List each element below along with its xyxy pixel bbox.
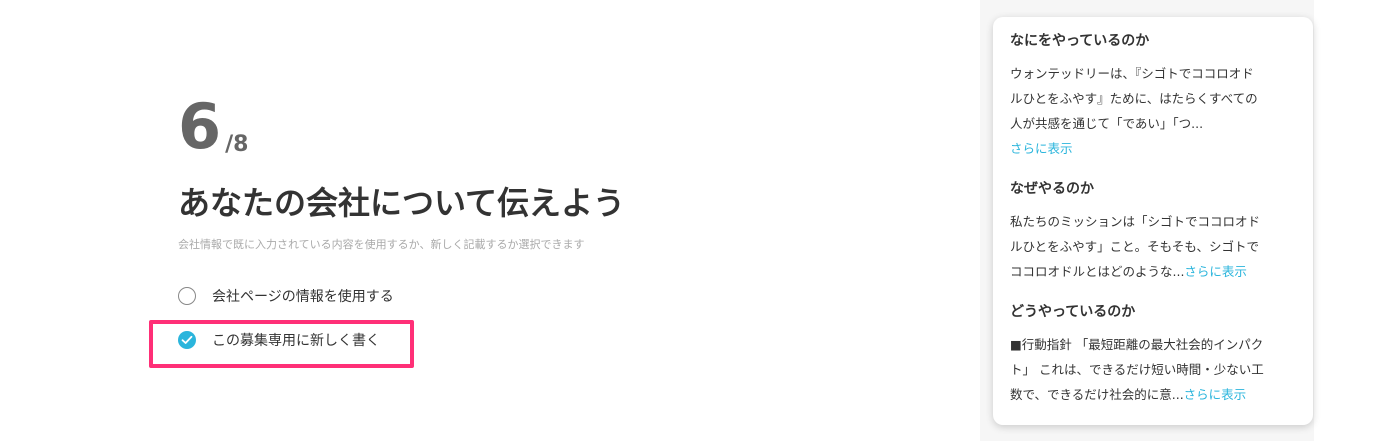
page: 6 /8 あなたの会社について伝えよう 会社情報で既に入力されている内容を使用す… [0,0,1387,441]
section-line: ■行動指針 「最短距離の最大社会的インパク [1010,337,1264,352]
section-line: ウォンテッドリーは、『シゴトでココロオド [1010,66,1254,81]
show-more-link[interactable]: さらに表示 [1184,387,1247,402]
step-current: 6 [178,90,222,163]
section-line: ルひとをふやす』ために、はたらくすべての [1010,91,1258,106]
option-label: 会社ページの情報を使用する [212,289,394,305]
section-why: なぜやるのか 私たちのミッションは「シゴトでココロオド ルひとをふやす」こと。そ… [1010,179,1297,284]
page-title: あなたの会社について伝えよう [178,184,626,222]
section-what: なにをやっているのか ウォンテッドリーは、『シゴトでココロオド ルひとをふやす』… [1010,31,1297,161]
section-line: 人が共感を通じて「であい」「つ... [1010,116,1204,131]
section-line: ココロオドルとはどのような... [1010,264,1185,279]
section-body: ウォンテッドリーは、『シゴトでココロオド ルひとをふやす』ために、はたらくすべて… [1010,61,1297,161]
option-write-new[interactable]: この募集専用に新しく書く [178,330,380,350]
section-line: ト」 これは、できるだけ短い時間・少ない工 [1010,362,1264,377]
step-indicator: 6 /8 [178,96,248,158]
page-description: 会社情報で既に入力されている内容を使用するか、新しく記載するか選択できます [178,238,585,251]
section-body: ■行動指針 「最短距離の最大社会的インパク ト」 これは、できるだけ短い時間・少… [1010,332,1297,407]
option-label: この募集専用に新しく書く [212,333,380,349]
radio-unchecked-icon[interactable] [178,287,196,305]
checkmark-icon [181,335,193,344]
section-heading: なにをやっているのか [1010,33,1150,49]
section-line: ルひとをふやす」こと。そもそも、シゴトで [1010,239,1260,254]
section-line: 私たちのミッションは「シゴトでココロオド [1010,214,1261,229]
show-more-link[interactable]: さらに表示 [1184,264,1247,279]
section-heading: なぜやるのか [1010,181,1094,197]
show-more-link[interactable]: さらに表示 [1010,136,1297,161]
step-total: /8 [225,132,249,157]
section-body: 私たちのミッションは「シゴトでココロオド ルひとをふやす」こと。そもそも、シゴト… [1010,209,1297,284]
option-use-company-info[interactable]: 会社ページの情報を使用する [178,286,394,306]
radio-checked-icon[interactable] [178,331,196,349]
company-info-card: なにをやっているのか ウォンテッドリーは、『シゴトでココロオド ルひとをふやす』… [993,17,1313,425]
section-heading: どうやっているのか [1010,304,1136,320]
section-line: 数で、できるだけ社会的に意... [1010,387,1184,402]
section-how: どうやっているのか ■行動指針 「最短距離の最大社会的インパク ト」 これは、で… [1010,302,1297,407]
